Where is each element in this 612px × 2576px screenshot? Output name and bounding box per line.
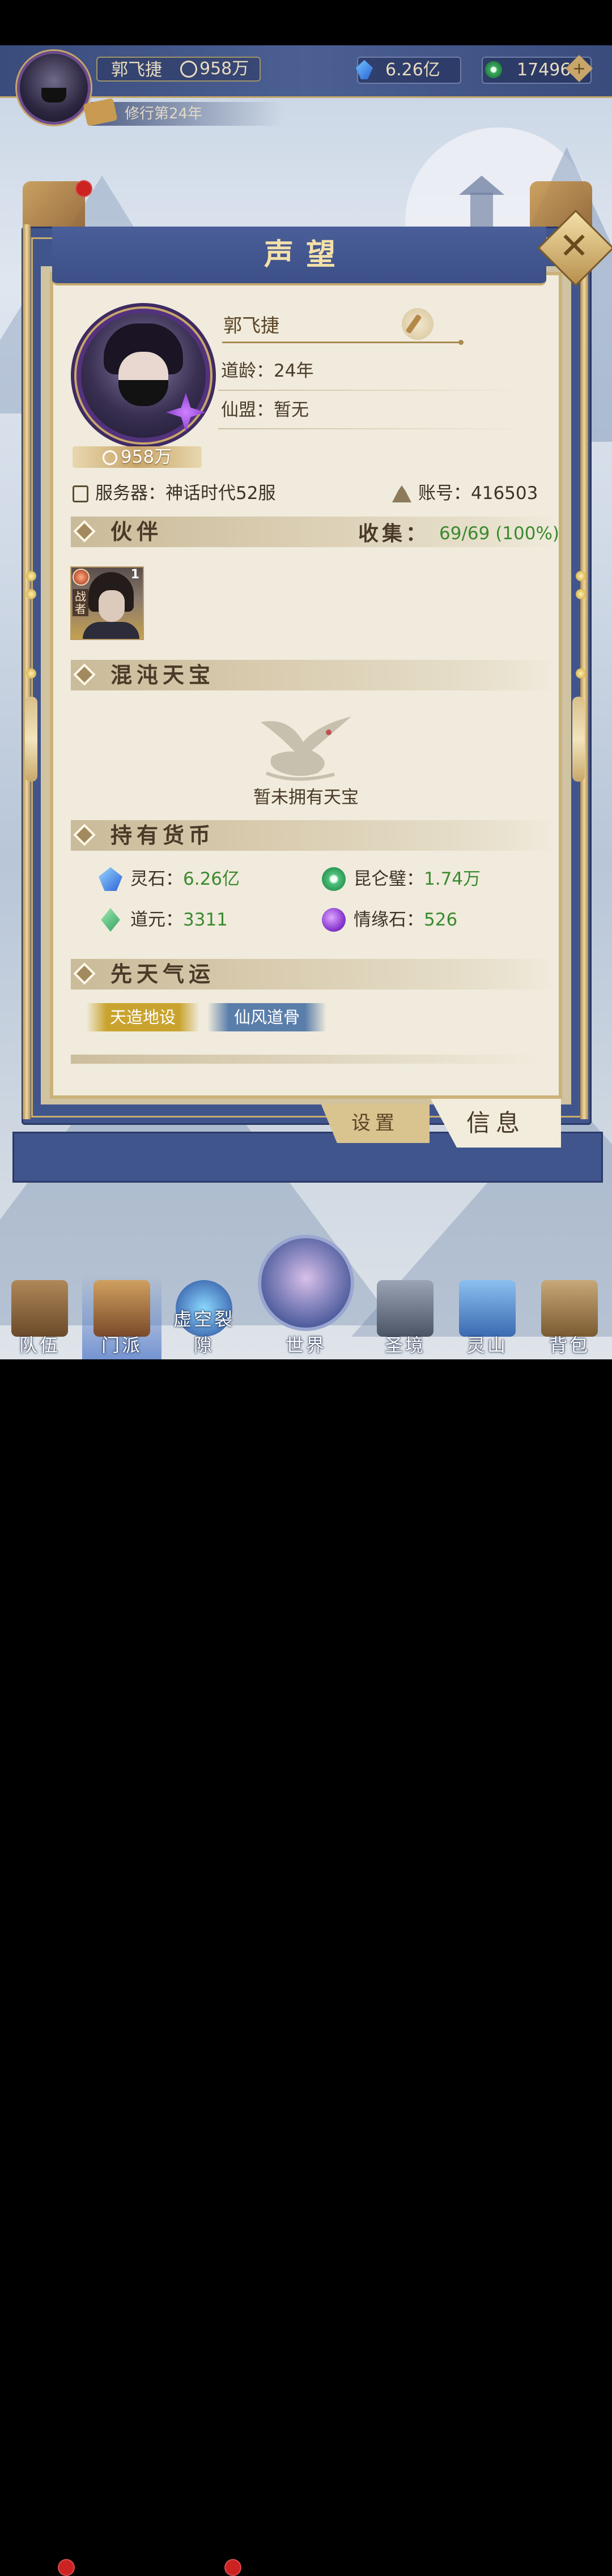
team-icon: [11, 1280, 68, 1337]
account-info: 账号：416503: [392, 479, 538, 507]
spirit-stone-counter[interactable]: 6.26亿: [356, 57, 461, 84]
next-section-partial: [71, 1055, 541, 1064]
sacred-realm-icon: [377, 1280, 434, 1337]
spirit-mountain-icon: [459, 1280, 516, 1337]
collect-value: 69/69 (100%): [439, 523, 560, 544]
player-avatar[interactable]: [17, 51, 91, 125]
fire-element-icon: [73, 569, 90, 586]
diamond-icon: [73, 520, 96, 543]
server-icon: [73, 485, 88, 502]
nav-spirit-mountain[interactable]: 灵山: [448, 1274, 527, 1359]
crane-placeholder-icon: [261, 716, 351, 781]
partner-level: 1: [130, 568, 139, 582]
dao-age: 道龄：24年: [221, 361, 314, 381]
nav-team[interactable]: 队伍: [0, 1274, 79, 1359]
account-icon: [392, 485, 411, 502]
tab-settings[interactable]: 设置: [321, 1103, 430, 1143]
diamond-icon: [73, 962, 96, 985]
spirit-stone-icon: [356, 60, 373, 79]
profile-combat-power: 958万: [73, 446, 202, 468]
status-bar: [0, 0, 612, 45]
affinity-stone-icon: [322, 908, 346, 932]
edit-name-brush-icon[interactable]: [402, 308, 434, 340]
section-innate-fortune: 先天气运: [71, 959, 558, 990]
nav-backpack[interactable]: 背包: [530, 1274, 609, 1359]
partner-role: 战者: [73, 589, 88, 616]
alliance: 仙盟：暂无: [221, 400, 309, 420]
notification-dot: [58, 2559, 75, 2576]
sect-icon: [94, 1280, 150, 1337]
diamond-icon: [73, 663, 96, 686]
nav-sacred-realm[interactable]: 圣境: [366, 1274, 445, 1359]
bottom-nav: 队伍 门派 虚空裂隙 世界 圣境 灵山 背包: [0, 1274, 612, 2576]
profile-name: 郭飞捷: [223, 314, 279, 336]
kunlun-jade-icon: [322, 867, 346, 891]
power-icon: [102, 450, 117, 465]
currency-spirit-stone: 灵石：6.26亿: [99, 865, 240, 893]
notification-dot: [75, 180, 92, 197]
section-currency: 持有货币: [71, 820, 558, 851]
combat-power: 958万: [180, 57, 249, 82]
profile-avatar: [76, 309, 210, 442]
currency-dao-essence: 道元：3311: [101, 906, 228, 934]
backpack-icon: [541, 1280, 598, 1337]
panel-title: 声望: [264, 237, 348, 272]
add-currency-button[interactable]: +: [565, 54, 593, 83]
diamond-icon: [73, 824, 96, 846]
treasure-empty-text: 暂未拥有天宝: [253, 787, 359, 808]
cultivation-year: 修行第24年: [91, 102, 283, 126]
currency-affinity-stone: 情缘石：526: [322, 906, 457, 934]
fortune-tag-blue[interactable]: 仙风道骨: [207, 1003, 326, 1031]
nav-sect[interactable]: 门派: [82, 1274, 162, 1359]
collect-label: 收集：: [358, 522, 430, 545]
tassel-left: [25, 697, 37, 782]
fortune-tag-gold[interactable]: 天造地设: [86, 1003, 199, 1031]
nav-void-rift[interactable]: 虚空裂隙: [164, 1274, 244, 1359]
nav-world[interactable]: 世界: [266, 1274, 346, 1359]
partner-card[interactable]: 战者 1: [70, 566, 144, 640]
jade-icon: [485, 61, 502, 78]
section-chaos-treasure: 混沌天宝: [71, 660, 558, 690]
power-icon: [180, 61, 197, 78]
close-icon[interactable]: ✕: [549, 221, 600, 272]
notification-dot: [224, 2559, 241, 2576]
tassel-right: [572, 697, 585, 782]
currency-kunlun-jade: 昆仑璧：1.74万: [322, 865, 481, 893]
server-info: 服务器：神话时代52服: [73, 479, 275, 507]
